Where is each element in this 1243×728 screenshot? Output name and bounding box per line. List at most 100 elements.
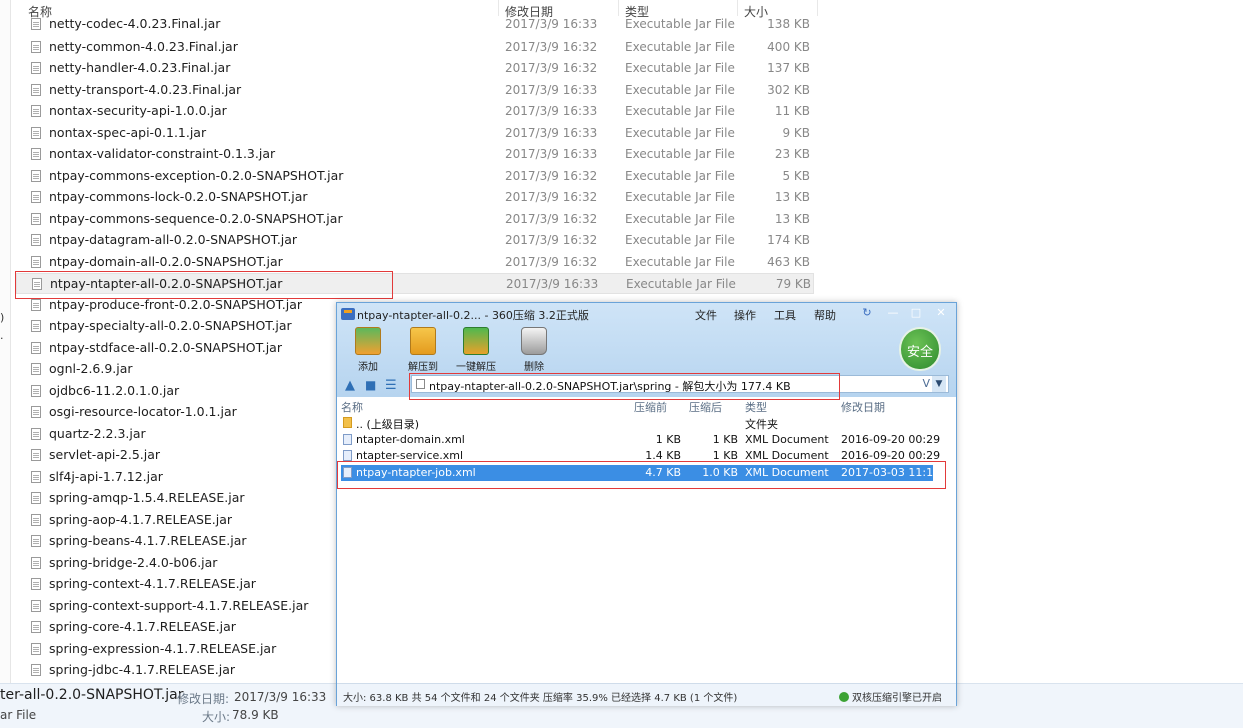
file-size: 400 KB	[767, 39, 810, 54]
jar-file-icon	[31, 642, 41, 655]
file-name: nontax-security-api-1.0.0.jar	[49, 103, 227, 118]
jar-file-icon	[31, 191, 41, 203]
file-name: spring-expression-4.1.7.RELEASE.jar	[49, 640, 277, 656]
delete-label: 删除	[524, 362, 544, 373]
file-row[interactable]: nontax-validator-constraint-0.1.3.jar 201…	[16, 144, 814, 165]
file-date: 2017/3/9 16:33	[505, 125, 598, 140]
add-button[interactable]: 添加	[345, 327, 391, 373]
zip-app-icon	[341, 308, 355, 320]
file-date: 2017/3/9 16:32	[505, 254, 598, 269]
archive-file-list: 名称 压缩前 压缩后 类型 修改日期 .. (上级目录) 文件夹 ntapter-d…	[337, 397, 956, 681]
menu-file[interactable]: 文件	[695, 307, 717, 323]
file-row[interactable]: netty-common-4.0.23.Final.jar 2017/3/9 16…	[16, 37, 814, 58]
zip-column-modified[interactable]: 修改日期	[841, 399, 885, 415]
maximize-icon[interactable]: □	[908, 306, 924, 320]
zip-title-bar[interactable]: ntpay-ntapter-all-0.2... - 360压缩 3.2正式版 …	[337, 303, 956, 325]
jar-file-icon	[31, 384, 41, 397]
file-date: 2017/3/9 16:32	[505, 61, 598, 75]
file-size: 302 KB	[767, 82, 810, 97]
list-view-icon[interactable]: ☰	[385, 378, 397, 393]
nav-pane-fragment: .	[0, 329, 4, 342]
file-row[interactable]: ntpay-commons-sequence-0.2.0-SNAPSHOT.ja…	[16, 209, 814, 230]
size-value: 78.9 KB	[232, 708, 279, 722]
engine-status-text: 双核压缩引擎已开启	[852, 693, 942, 704]
archive-entry[interactable]: ntapter-domain.xml 1 KB 1 KB XML Document 20…	[341, 432, 940, 448]
archive-entry[interactable]: .. (上级目录) 文件夹	[341, 415, 933, 431]
jar-file-icon	[31, 535, 41, 547]
modified-date-value: 2017/3/9 16:33	[234, 690, 327, 704]
file-row[interactable]: ntpay-domain-all-0.2.0-SNAPSHOT.jar 2017/…	[16, 252, 814, 273]
file-name: ntpay-domain-all-0.2.0-SNAPSHOT.jar	[49, 253, 283, 269]
file-date: 2017/3/9 16:32	[505, 211, 598, 226]
file-row[interactable]: netty-codec-4.0.23.Final.jar 2017/3/9 16:…	[16, 14, 814, 35]
minimize-icon[interactable]: —	[885, 306, 901, 320]
close-icon[interactable]: ✕	[933, 306, 949, 320]
menu-help[interactable]: 帮助	[814, 307, 836, 323]
jar-file-icon	[31, 427, 41, 440]
one-click-extract-label: 一键解压	[456, 362, 496, 373]
file-row[interactable]: ntpay-commons-exception-0.2.0-SNAPSHOT.j…	[16, 166, 814, 187]
jar-file-icon	[31, 341, 41, 354]
jar-file-icon	[31, 406, 41, 418]
file-type: Executable Jar File	[625, 233, 735, 247]
size-label: 大小:	[202, 710, 231, 724]
file-name: quartz-2.2.3.jar	[49, 425, 146, 441]
column-divider[interactable]	[817, 0, 818, 16]
menu-tools[interactable]: 工具	[774, 307, 796, 323]
file-name: spring-beans-4.1.7.RELEASE.jar	[49, 533, 247, 548]
zip-column-after[interactable]: 压缩后	[689, 399, 722, 415]
chevron-down-icon[interactable]: ▼	[932, 376, 946, 392]
file-row[interactable]: ntpay-commons-lock-0.2.0-SNAPSHOT.jar 201…	[16, 187, 814, 208]
jar-file-icon	[31, 298, 41, 311]
path-history-dropdown[interactable]: V	[922, 377, 930, 390]
zip-window-title: ntpay-ntapter-all-0.2... - 360压缩 3.2正式版	[357, 309, 589, 322]
file-name: spring-aop-4.1.7.RELEASE.jar	[49, 511, 233, 527]
skin-icon[interactable]: ↻	[859, 306, 875, 320]
entry-name: .. (上级目录)	[356, 418, 420, 431]
modified-date-label: 修改日期:	[177, 692, 230, 706]
trash-icon	[521, 327, 547, 355]
jar-file-icon	[31, 492, 41, 504]
jar-file-icon	[31, 621, 41, 633]
zip-column-type[interactable]: 类型	[745, 399, 767, 415]
file-date: 2017/3/9 16:33	[505, 147, 598, 161]
file-name: ognl-2.6.9.jar	[49, 361, 133, 376]
view-icon[interactable]: ■	[365, 378, 376, 392]
xml-file-icon	[343, 450, 352, 461]
file-row[interactable]: nontax-security-api-1.0.0.jar 2017/3/9 16…	[16, 101, 814, 122]
file-type: Executable Jar File	[625, 125, 735, 140]
up-arrow-icon[interactable]: ▲	[345, 378, 355, 393]
file-size: 11 KB	[774, 104, 810, 118]
zip-column-name[interactable]: 名称	[341, 399, 363, 415]
extract-to-label: 解压到	[408, 362, 438, 373]
safety-label: 安全	[906, 345, 933, 360]
file-row[interactable]: netty-transport-4.0.23.Final.jar 2017/3/9…	[16, 80, 814, 101]
jar-file-icon	[31, 18, 41, 30]
file-date: 2017/3/9 16:33	[505, 82, 598, 97]
highlight-box-archive-path	[409, 373, 840, 400]
file-row[interactable]: ntpay-datagram-all-0.2.0-SNAPSHOT.jar 201…	[16, 230, 814, 251]
jar-file-icon	[31, 169, 41, 182]
file-size: 138 KB	[767, 17, 810, 31]
file-date: 2017/3/9 16:33	[506, 277, 599, 291]
jar-file-icon	[31, 363, 41, 375]
file-type: Executable Jar File	[625, 254, 735, 269]
safety-shield-icon[interactable]: 安全	[899, 327, 941, 371]
highlight-box-selected-xml	[337, 461, 946, 489]
selected-file-type: ar File	[0, 708, 37, 722]
jar-file-icon	[31, 62, 41, 74]
extract-to-button[interactable]: 解压到	[400, 327, 446, 373]
file-row[interactable]: netty-handler-4.0.23.Final.jar 2017/3/9 1…	[16, 58, 814, 79]
add-icon	[355, 327, 381, 355]
menu-operation[interactable]: 操作	[734, 307, 756, 323]
zip-column-before[interactable]: 压缩前	[634, 399, 667, 415]
one-click-extract-icon	[463, 327, 489, 355]
file-type: Executable Jar File	[625, 147, 735, 161]
file-size: 5 KB	[782, 168, 810, 183]
file-date: 2017/3/9 16:33	[505, 17, 598, 31]
file-date: 2017/3/9 16:32	[505, 233, 598, 247]
file-row[interactable]: nontax-spec-api-0.1.1.jar 2017/3/9 16:33 E…	[16, 123, 814, 144]
one-click-extract-button[interactable]: 一键解压	[453, 327, 499, 373]
add-label: 添加	[358, 362, 378, 373]
delete-button[interactable]: 删除	[511, 327, 557, 373]
